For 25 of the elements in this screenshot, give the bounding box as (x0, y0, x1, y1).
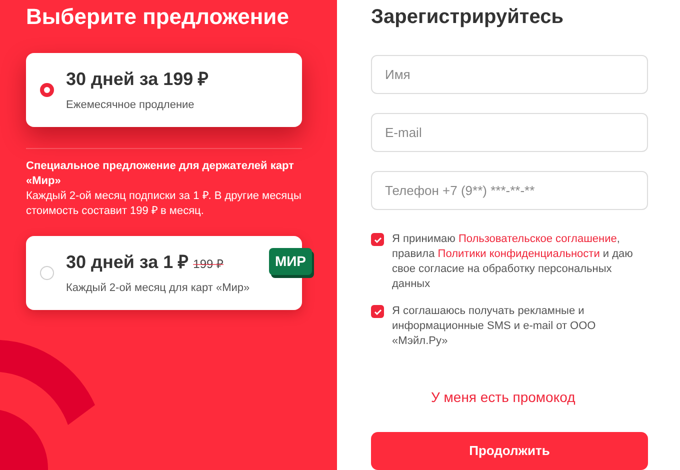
plan-subtitle: Каждый 2-ой месяц для карт «Мир» (66, 281, 250, 296)
radio-button[interactable] (40, 266, 54, 280)
checkbox[interactable] (371, 233, 384, 246)
promo-code-link[interactable]: У меня есть промокод (431, 387, 576, 408)
continue-button[interactable]: Продолжить (371, 432, 648, 470)
special-offer-heading: Специальное предложение для держателей карт «Мир» (26, 159, 295, 189)
special-offer-text: Каждый 2-ой месяц подписки за 1 ₽. В другие месяцы стоимость составит 199 ₽ в месяц. (26, 189, 302, 219)
plan-card[interactable]: 30 дней за 199 ₽ Ежемесячное продление (26, 53, 302, 127)
consent-link[interactable]: Политики конфиденциальности (438, 248, 600, 260)
consent-text: Я принимаю Пользовательское соглашение, правила Политики конфиденциальности и даю свое согласие на обработку персональных данных (392, 232, 634, 292)
input-field[interactable]: E-mail (371, 113, 648, 152)
plan-subtitle: Ежемесячное продление (66, 98, 196, 114)
input-field[interactable]: Телефон +7 (9**) ***-**-** (371, 171, 648, 210)
input-field[interactable]: Имя (371, 55, 648, 94)
offer-title: Выберите предложение (26, 4, 290, 30)
mir-logo: МИР (268, 248, 312, 275)
signup-title: Зарегистрируйтесь (371, 5, 564, 30)
checkbox[interactable] (371, 305, 384, 318)
radio-selected[interactable] (40, 83, 54, 97)
consent-text: Я соглашаюсь получать рекламные и информационные SMS и e-mail от ООО «Мэйл.Ру» (392, 304, 597, 349)
plan-title: 30 дней за 199 ₽ (66, 68, 208, 92)
plan-title: 30 дней за 1 ₽ (66, 251, 188, 274)
consent-link[interactable]: Пользовательское соглашение (458, 233, 617, 245)
check-icon (374, 236, 382, 242)
check-icon (374, 308, 382, 314)
